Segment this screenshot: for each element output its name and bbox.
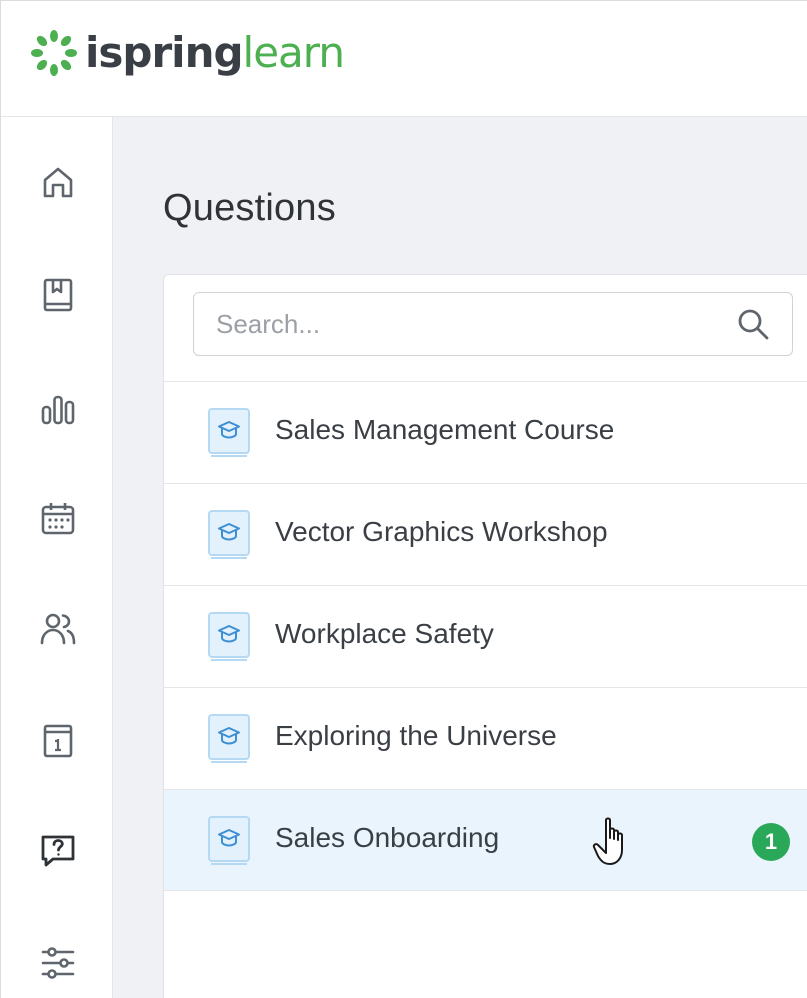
sidebar-item-settings[interactable] bbox=[1, 923, 114, 998]
course-icon bbox=[208, 816, 250, 865]
sliders-icon bbox=[41, 947, 74, 979]
course-icon bbox=[208, 714, 250, 763]
bar-chart-icon bbox=[41, 395, 74, 425]
course-icon bbox=[208, 408, 250, 457]
sidebar-item-library[interactable] bbox=[1, 255, 114, 335]
top-bar: ispringlearn bbox=[0, 0, 807, 117]
question-icon bbox=[41, 835, 74, 867]
sidebar-item-info[interactable] bbox=[1, 701, 114, 781]
sidebar-item-home[interactable] bbox=[1, 143, 114, 223]
calendar-icon bbox=[41, 503, 74, 535]
course-row-workplace-safety[interactable]: Workplace Safety bbox=[164, 585, 807, 687]
course-icon bbox=[208, 510, 250, 559]
book-icon bbox=[43, 278, 72, 312]
course-title: Sales Management Course bbox=[275, 414, 615, 445]
course-title: Vector Graphics Workshop bbox=[275, 516, 608, 547]
logo-text-learn: learn bbox=[242, 28, 345, 77]
course-row-exploring-universe[interactable]: Exploring the Universe bbox=[164, 687, 807, 789]
ispring-learn-logo[interactable]: ispringlearn bbox=[31, 27, 345, 79]
course-title: Exploring the Universe bbox=[275, 720, 557, 751]
course-icon bbox=[208, 612, 250, 661]
course-row-vector-graphics[interactable]: Vector Graphics Workshop bbox=[164, 483, 807, 585]
search-input[interactable] bbox=[194, 293, 714, 355]
course-row-sales-management[interactable]: Sales Management Course bbox=[164, 381, 807, 483]
course-title: Workplace Safety bbox=[275, 618, 494, 649]
sidebar-item-calendar[interactable] bbox=[1, 479, 114, 559]
logo-burst-icon bbox=[31, 30, 77, 76]
users-icon bbox=[40, 613, 75, 645]
sidebar-item-questions[interactable] bbox=[1, 811, 114, 891]
sidebar-item-users[interactable] bbox=[1, 589, 114, 669]
course-row-sales-onboarding[interactable]: Sales Onboarding 1 bbox=[164, 789, 807, 891]
logo-wordmark: ispringlearn bbox=[85, 32, 345, 74]
course-list: Sales Management Course Vector Graphics … bbox=[164, 381, 807, 891]
unread-count-badge: 1 bbox=[752, 823, 790, 861]
courses-card: Sales Management Course Vector Graphics … bbox=[163, 274, 807, 998]
sidebar-nav bbox=[0, 117, 113, 998]
hand-cursor-icon bbox=[592, 817, 623, 865]
search-box[interactable] bbox=[193, 292, 793, 356]
main-content: Questions Sales Management Course bbox=[113, 117, 807, 998]
home-icon bbox=[43, 167, 72, 198]
logo-text-ispring: ispring bbox=[85, 28, 244, 77]
course-title: Sales Onboarding bbox=[275, 822, 500, 853]
sidebar-item-reports[interactable] bbox=[1, 369, 114, 449]
info-board-icon bbox=[43, 724, 72, 758]
page-title: Questions bbox=[163, 187, 336, 229]
search-icon[interactable] bbox=[736, 307, 770, 341]
